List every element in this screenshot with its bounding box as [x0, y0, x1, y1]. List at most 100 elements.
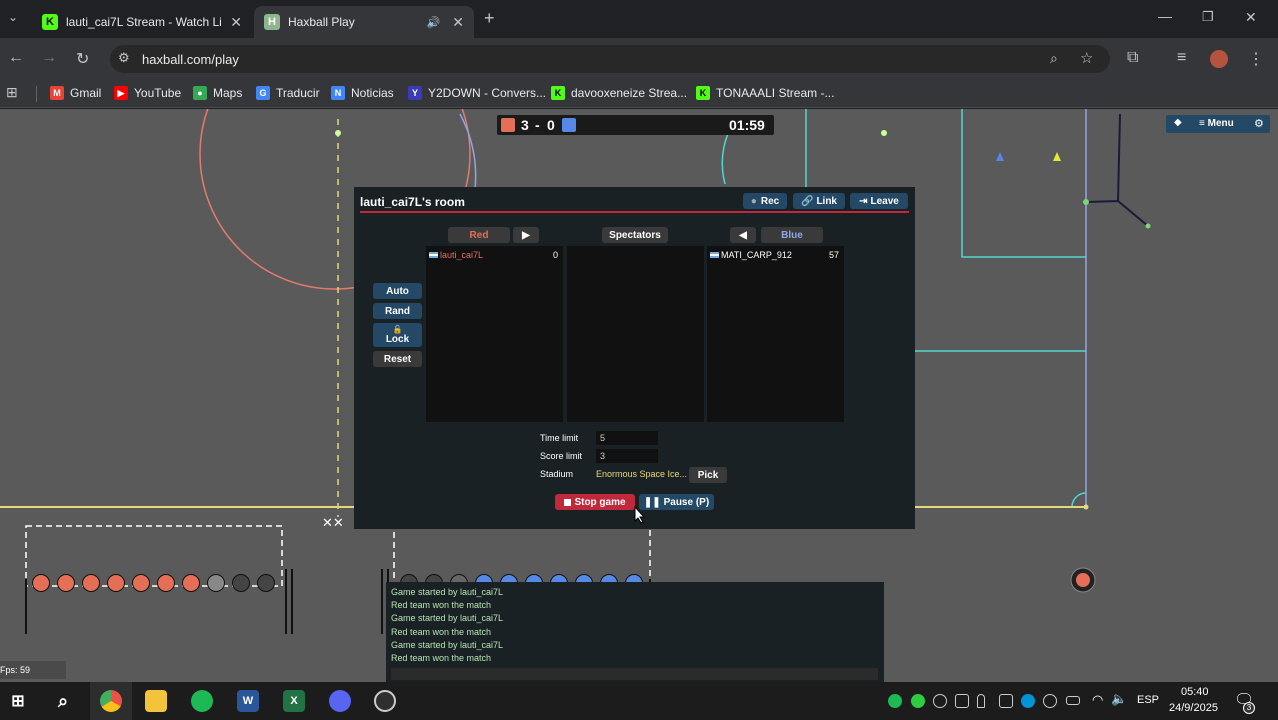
extensions-icon[interactable]: ⧉: [1127, 49, 1138, 67]
chat-message: Red team won the match: [391, 626, 492, 637]
blue-team-indicator: [562, 118, 576, 132]
link-icon: 🔗: [800, 195, 814, 207]
window-close-icon[interactable]: ✕: [1245, 9, 1257, 26]
menu-button[interactable]: ≡ Menu: [1199, 118, 1234, 129]
bookmark-davooxeneize[interactable]: Kdavooxeneize Strea...: [551, 86, 687, 100]
bookmark-y2down[interactable]: Y Y2DOWN - Convers...: [408, 86, 546, 100]
search-icon[interactable]: ⌕: [52, 690, 74, 712]
rand-button[interactable]: Rand: [373, 303, 422, 319]
forward-icon[interactable]: →: [41, 49, 57, 67]
spotify-tray-icon[interactable]: [888, 694, 902, 708]
bench-player-disc: [57, 574, 75, 592]
spotify-icon[interactable]: [191, 690, 213, 712]
lock-icon: 🔓: [392, 325, 403, 334]
language-indicator[interactable]: ESP: [1137, 694, 1159, 706]
media-icon[interactable]: ≡: [1177, 49, 1186, 67]
close-icon[interactable]: ✕: [230, 14, 242, 31]
youtube-icon: ▶: [114, 86, 128, 100]
obs-icon[interactable]: [374, 690, 396, 712]
fps-counter: Fps: 59: [0, 661, 66, 679]
title-divider: [360, 211, 909, 213]
zoom-icon[interactable]: ⌕: [1050, 50, 1058, 67]
address-bar[interactable]: ⚙ haxball.com/play ⌕ ☆: [110, 45, 1110, 73]
collapse-icon[interactable]: ◆: [1174, 117, 1182, 128]
bookmark-tonaaali[interactable]: K TONAAALI Stream -...: [696, 86, 834, 100]
move-to-blue-arrow[interactable]: ◀: [730, 227, 756, 243]
move-to-red-arrow[interactable]: ▶: [513, 227, 539, 243]
tab-haxball[interactable]: H Haxball Play 🔊 ✕: [254, 6, 474, 38]
excel-icon[interactable]: X: [283, 690, 305, 712]
battery-icon[interactable]: [1066, 696, 1080, 705]
word-icon[interactable]: W: [237, 690, 259, 712]
time-limit-field[interactable]: 5: [596, 431, 658, 445]
close-icon[interactable]: ✕: [452, 14, 464, 31]
tab-bar: ⌄ K lauti_cai7L Stream - Watch Live ✕ H …: [0, 0, 1278, 38]
flag-icon: [710, 252, 719, 258]
rec-button[interactable]: ● Rec: [743, 193, 787, 209]
windows-start-icon[interactable]: ⊞: [7, 690, 29, 712]
reset-button[interactable]: Reset: [373, 351, 422, 367]
apps-icon[interactable]: ⊞: [6, 84, 18, 101]
player-row[interactable]: MATI_CARP_912 57: [710, 250, 841, 260]
field-dot: [881, 130, 887, 136]
auto-button[interactable]: Auto: [373, 283, 422, 299]
maps-icon: ●: [193, 86, 207, 100]
blue-score: 0: [547, 117, 555, 133]
discord-icon[interactable]: [329, 690, 351, 712]
tab-search-icon[interactable]: ⌄: [8, 10, 18, 24]
tray-icon-8[interactable]: [1043, 694, 1057, 708]
leave-button[interactable]: ⇥ Leave: [850, 193, 908, 209]
link-button[interactable]: 🔗 Link: [793, 193, 845, 209]
y2down-icon: Y: [408, 86, 422, 100]
settings-icon[interactable]: ⚙: [1254, 117, 1264, 130]
tab-title: lauti_cai7L Stream - Watch Live: [66, 15, 221, 29]
bookmark-maps[interactable]: ● Maps: [193, 86, 242, 100]
leave-icon: ⇥: [859, 195, 868, 207]
file-explorer-icon[interactable]: [145, 690, 167, 712]
more-options-icon[interactable]: ⋮: [1248, 49, 1264, 69]
tray-icon-6[interactable]: [999, 694, 1013, 708]
lock-button[interactable]: 🔓 Lock: [373, 323, 422, 347]
tab-stream[interactable]: K lauti_cai7L Stream - Watch Live ✕: [32, 6, 252, 38]
corner-arc: [1071, 492, 1087, 508]
pick-stadium-button[interactable]: Pick: [689, 467, 727, 483]
new-tab-button[interactable]: +: [484, 8, 495, 29]
tray-icon-3[interactable]: [933, 694, 947, 708]
wifi-icon[interactable]: ◠: [1092, 692, 1103, 708]
clock-date[interactable]: 24/9/2025: [1169, 702, 1218, 714]
bench-player-disc: [132, 574, 150, 592]
reload-icon[interactable]: ↻: [76, 49, 89, 69]
chat-message: Red team won the match: [391, 600, 492, 611]
minimize-icon[interactable]: —: [1158, 8, 1172, 24]
bookmark-noticias[interactable]: N Noticias: [331, 86, 394, 100]
speaker-icon[interactable]: 🔊: [427, 16, 441, 29]
game-timer: 01:59: [729, 117, 765, 133]
mic-icon[interactable]: [977, 694, 985, 708]
pause-button[interactable]: ❚❚ Pause (P): [639, 494, 714, 510]
stop-game-button[interactable]: Stop game: [555, 494, 635, 510]
gmail-icon: M: [50, 86, 64, 100]
tray-icon-4[interactable]: [955, 694, 969, 708]
star-icon[interactable]: ☆: [1080, 49, 1093, 67]
red-team-header[interactable]: Red: [448, 227, 510, 243]
kick-icon: K: [696, 86, 710, 100]
green-tray-icon[interactable]: [911, 694, 925, 708]
volume-icon[interactable]: 🔈: [1111, 691, 1127, 707]
score-separator: -: [535, 117, 540, 133]
bookmark-traducir[interactable]: G Traducir: [256, 86, 320, 100]
blue-team-header[interactable]: Blue: [761, 227, 823, 243]
player-row[interactable]: lauti_cai7L 0: [429, 250, 560, 260]
back-icon[interactable]: ←: [8, 49, 24, 67]
restore-icon[interactable]: ❐: [1202, 9, 1214, 25]
hp-icon[interactable]: [1021, 694, 1035, 708]
profile-avatar[interactable]: [1210, 50, 1228, 68]
clock-time[interactable]: 05:40: [1181, 686, 1209, 698]
bookmark-youtube[interactable]: ▶ YouTube: [114, 86, 181, 100]
spectators-header[interactable]: Spectators: [602, 227, 668, 243]
score-limit-field[interactable]: 3: [596, 449, 658, 463]
bookmark-gmail[interactable]: M Gmail: [50, 86, 101, 100]
chat-input[interactable]: [391, 668, 878, 680]
site-info-icon[interactable]: ⚙: [118, 50, 130, 66]
bench-player-disc: [82, 574, 100, 592]
cyan-arc: [721, 128, 731, 185]
